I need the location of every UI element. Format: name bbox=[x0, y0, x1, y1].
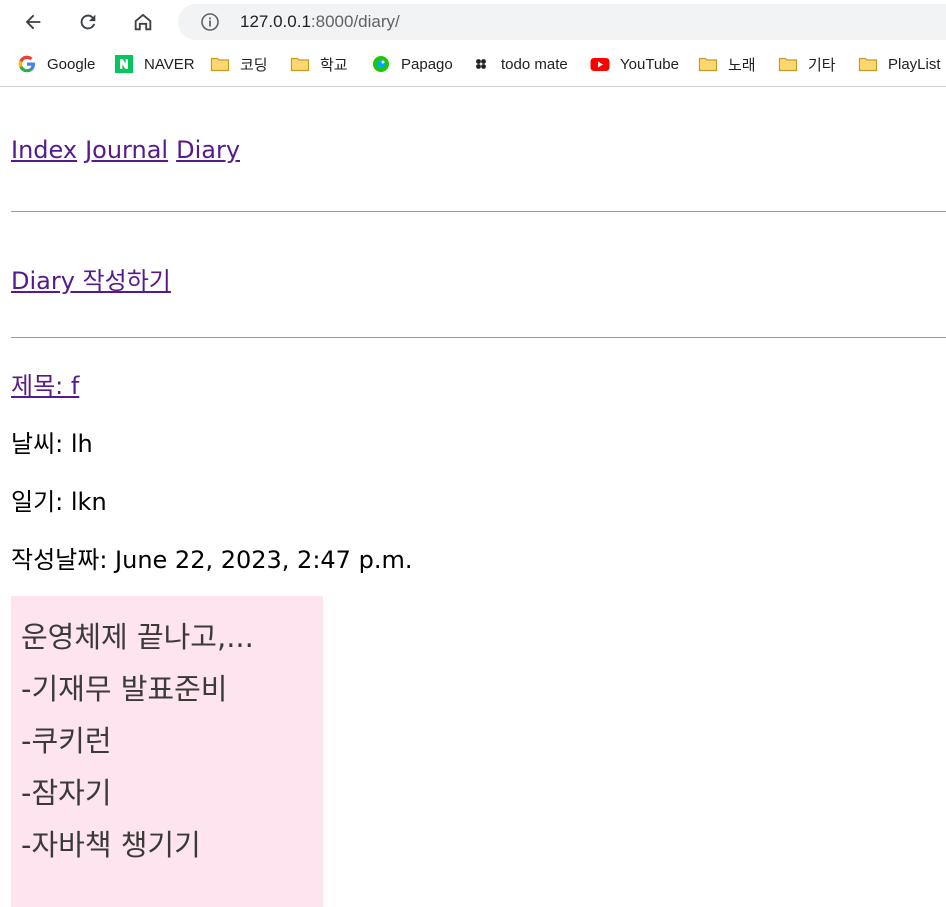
folder-icon bbox=[858, 54, 878, 74]
entry-weather: 날씨: lh bbox=[11, 430, 93, 458]
bookmark-folder-coding[interactable]: 코딩 bbox=[210, 52, 268, 76]
bookmark-folder-etc[interactable]: 기타 bbox=[778, 52, 836, 76]
bookmark-label: NAVER bbox=[144, 55, 195, 73]
note-line: -자바책 챙기기 bbox=[21, 828, 201, 862]
youtube-icon bbox=[590, 54, 610, 74]
note-line: -잠자기 bbox=[21, 776, 112, 810]
note-line: -쿠키런 bbox=[21, 724, 112, 758]
bookmark-folder-playlist[interactable]: PlayList bbox=[858, 52, 941, 76]
nav-link-journal[interactable]: Journal bbox=[85, 136, 168, 164]
folder-icon bbox=[210, 54, 230, 74]
divider bbox=[11, 211, 946, 212]
bookmark-label: Google bbox=[47, 55, 96, 73]
bookmark-label: PlayList bbox=[888, 55, 941, 73]
bookmark-label: todo mate bbox=[501, 55, 568, 73]
bookmark-google[interactable]: Google bbox=[17, 52, 95, 76]
bookmark-todo-mate[interactable]: todo mate bbox=[471, 52, 568, 76]
divider bbox=[11, 337, 946, 338]
bookmark-youtube[interactable]: YouTube bbox=[590, 52, 679, 76]
entry-date: 작성날짜: June 22, 2023, 2:47 p.m. bbox=[11, 546, 413, 574]
reload-icon bbox=[80, 14, 96, 30]
folder-icon bbox=[290, 54, 310, 74]
back-arrow-icon bbox=[25, 14, 41, 30]
url-host: 127.0.0.1 bbox=[240, 12, 311, 31]
diary-write-link[interactable]: Diary 작성하기 bbox=[11, 261, 171, 296]
info-icon[interactable] bbox=[200, 12, 220, 32]
bookmark-label: Papago bbox=[401, 55, 453, 73]
url-text[interactable]: 127.0.0.1:8000/diary/ bbox=[240, 12, 400, 32]
folder-icon bbox=[778, 54, 798, 74]
bookmark-label: 노래 bbox=[728, 56, 756, 74]
nav-link-diary[interactable]: Diary bbox=[176, 136, 240, 164]
bookmarks-bar: Google NAVER 코딩 학교 Papago todo mate YouT… bbox=[0, 44, 946, 87]
home-icon bbox=[134, 13, 152, 31]
bookmark-label: 기타 bbox=[808, 56, 836, 74]
bookmark-label: YouTube bbox=[620, 55, 679, 73]
home-button[interactable] bbox=[127, 6, 159, 38]
reload-button[interactable] bbox=[72, 6, 104, 38]
papago-icon bbox=[371, 54, 391, 74]
bookmark-folder-music[interactable]: 노래 bbox=[698, 52, 756, 76]
note-line: -기재무 발표준비 bbox=[21, 672, 228, 706]
bookmark-naver[interactable]: NAVER bbox=[114, 52, 195, 76]
bookmark-folder-school[interactable]: 학교 bbox=[290, 52, 348, 76]
google-icon bbox=[17, 54, 37, 74]
browser-toolbar: 127.0.0.1:8000/diary/ bbox=[0, 0, 946, 44]
naver-icon bbox=[114, 54, 134, 74]
entry-diary: 일기: lkn bbox=[11, 488, 107, 516]
entry-title-link[interactable]: 제목: f bbox=[11, 372, 79, 400]
nav-link-index[interactable]: Index bbox=[11, 136, 77, 164]
site-nav: Index Journal Diary bbox=[11, 136, 248, 164]
bookmark-label: 코딩 bbox=[240, 56, 268, 74]
note-line: 운영체제 끝나고,... bbox=[21, 620, 254, 654]
entry-title: 제목: f bbox=[11, 366, 79, 401]
bookmark-label: 학교 bbox=[320, 56, 348, 74]
todomate-icon bbox=[471, 54, 491, 74]
url-path: :8000/diary/ bbox=[310, 12, 400, 31]
diary-image: 운영체제 끝나고,... -기재무 발표준비 -쿠키런 -잠자기 -자바책 챙기… bbox=[11, 596, 323, 907]
bookmark-papago[interactable]: Papago bbox=[371, 52, 453, 76]
address-bar[interactable]: 127.0.0.1:8000/diary/ bbox=[178, 4, 946, 40]
back-button[interactable] bbox=[17, 6, 49, 38]
folder-icon bbox=[698, 54, 718, 74]
